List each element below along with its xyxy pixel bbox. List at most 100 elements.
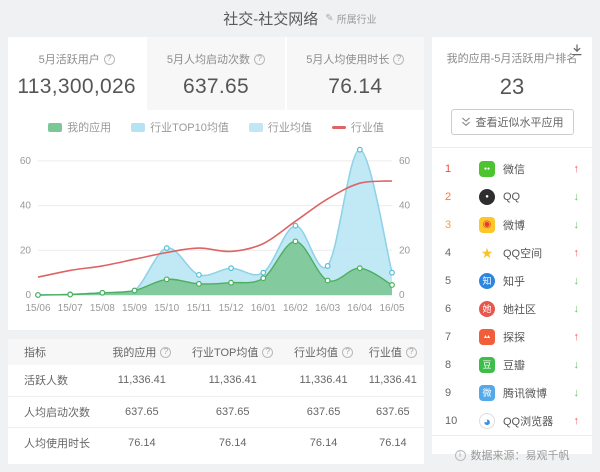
douban-icon: 豆 [479,357,495,373]
legend-label: 行业值 [351,119,384,135]
rank-row-8[interactable]: 8豆豆瓣↓ [445,351,579,379]
stat-value: 113,300,026 [8,75,145,99]
stat-label: 5月人均使用时长 ? [306,51,404,67]
info-icon[interactable]: ? [254,54,265,65]
stat-label-text: 5月人均使用时长 [306,51,389,67]
weibo-icon: ◉ [479,217,495,233]
app-name: 探探 [503,329,525,345]
data-source-text: 数据来源：易观千帆 [471,447,570,463]
svg-text:20: 20 [399,245,411,256]
info-icon[interactable]: ? [104,54,115,65]
rank-number: 2 [445,191,479,203]
stat-label-text: 5月活跃用户 [39,51,100,67]
legend-item-3[interactable]: 行业值 [332,119,384,135]
metric-name: 活跃人数 [8,365,104,396]
rank-number: 5 [445,275,479,287]
trend-chart-svg: 0020204040606015/0615/0715/0815/0915/101… [8,135,424,323]
stat-card-active-users[interactable]: 5月活跃用户 ? 113,300,026 [8,37,145,110]
stat-card-avg-launches[interactable]: 5月人均启动次数 ? 637.65 [147,37,284,110]
app-icon-glyph: ● [485,194,489,200]
rank-row-2[interactable]: 2●QQ↓ [445,183,579,211]
qq-browser-icon: ◕ [479,413,495,429]
info-icon[interactable]: ? [393,54,404,65]
metric-name: 人均使用时长 [8,427,104,458]
legend-item-2[interactable]: 行业均值 [249,119,312,135]
svg-text:15/09: 15/09 [122,303,147,314]
table-row: 人均使用时长 76.14 76.14 76.14 76.14 [8,427,424,458]
view-similar-apps-button[interactable]: 查看近似水平应用 [451,109,574,135]
svg-text:20: 20 [20,245,32,256]
double-chevron-down-icon [461,117,471,127]
trend-down-icon: ↓ [574,275,580,287]
rank-row-9[interactable]: 9微腾讯微博↓ [445,379,579,407]
info-icon[interactable]: ? [406,347,417,358]
col-header-metric: 指标 [8,339,104,365]
rank-row-1[interactable]: 1●●微信↑ [445,155,579,183]
svg-text:15/06: 15/06 [25,303,50,314]
rank-row-3[interactable]: 3◉微博↓ [445,211,579,239]
trend-up-icon: ↑ [574,247,580,259]
svg-text:15/11: 15/11 [187,303,212,314]
info-icon[interactable]: ? [160,347,171,358]
col-header-industry-top: 行业TOP均值? [180,339,285,365]
stat-value: 76.14 [287,75,424,99]
app-icon-glyph: ▴▴ [484,334,490,340]
cell: 76.14 [104,427,180,458]
x-axis-labels: 15/0615/0715/0815/0915/1015/1115/1216/01… [25,303,404,314]
stat-cards: 5月活跃用户 ? 113,300,026 5月人均启动次数 ? 637.65 [8,37,424,110]
rank-number: 4 [445,247,479,259]
cell: 637.65 [362,396,424,427]
info-icon[interactable]: ? [342,347,353,358]
page-title: 社交-社交网络 [223,8,318,29]
rank-row-10[interactable]: 10◕QQ浏览器↑ [445,407,579,435]
svg-text:15/08: 15/08 [90,303,115,314]
chart-legend: 我的应用 行业TOP10均值 行业均值 行业值 [8,110,424,135]
main-content: 5月活跃用户 ? 113,300,026 5月人均启动次数 ? 637.65 [0,37,600,464]
cell: 76.14 [362,427,424,458]
cell: 637.65 [180,396,285,427]
left-column: 5月活跃用户 ? 113,300,026 5月人均启动次数 ? 637.65 [8,37,424,464]
app-name: 知乎 [503,273,525,289]
cell: 11,336.41 [180,365,285,396]
stat-value: 637.65 [147,75,284,99]
trend-down-icon: ↓ [574,219,580,231]
cell: 11,336.41 [285,365,361,396]
cell: 637.65 [104,396,180,427]
rank-row-6[interactable]: 6她她社区↓ [445,295,579,323]
data-source-footer: i 数据来源：易观千帆 [432,435,592,472]
stat-label: 5月活跃用户 ? [39,51,115,67]
qzone-star-icon: ★ [479,245,495,261]
cell: 637.65 [285,396,361,427]
app-name: 微信 [503,161,525,177]
trend-down-icon: ↓ [574,359,580,371]
download-button[interactable] [571,44,583,56]
legend-label: 我的应用 [67,119,111,135]
trend-chart[interactable]: 0020204040606015/0615/0715/0815/0915/101… [8,135,424,330]
legend-label: 行业TOP10均值 [150,119,229,135]
rank-number: 9 [445,387,479,399]
svg-text:16/04: 16/04 [347,303,372,314]
svg-text:60: 60 [399,156,411,167]
rank-row-5[interactable]: 5知知乎↓ [445,267,579,295]
ranking-value: 23 [432,74,592,100]
view-similar-apps-label: 查看近似水平应用 [476,114,564,130]
legend-item-0[interactable]: 我的应用 [48,119,111,135]
trend-up-icon: ↑ [574,415,580,427]
cell: 11,336.41 [362,365,424,396]
stat-card-avg-duration[interactable]: 5月人均使用时长 ? 76.14 [287,37,424,110]
industry-link[interactable]: ✎ 所属行业 [325,11,376,26]
app-name: QQ空间 [503,245,542,261]
info-icon[interactable]: ? [262,347,273,358]
rank-row-4[interactable]: 4★ QQ空间 ↑ [445,239,579,267]
rank-row-7[interactable]: 7▴▴探探↑ [445,323,579,351]
app-name: 豆瓣 [503,357,525,373]
col-header-industry-value: 行业值? [362,339,424,365]
cell: 76.14 [180,427,285,458]
app-name: 腾讯微博 [503,385,547,401]
svg-text:15/10: 15/10 [154,303,179,314]
legend-item-1[interactable]: 行业TOP10均值 [131,119,229,135]
trend-down-icon: ↓ [574,387,580,399]
page-header: 社交-社交网络 ✎ 所属行业 [0,0,600,37]
rank-number: 3 [445,219,479,231]
trend-up-icon: ↑ [574,331,580,343]
